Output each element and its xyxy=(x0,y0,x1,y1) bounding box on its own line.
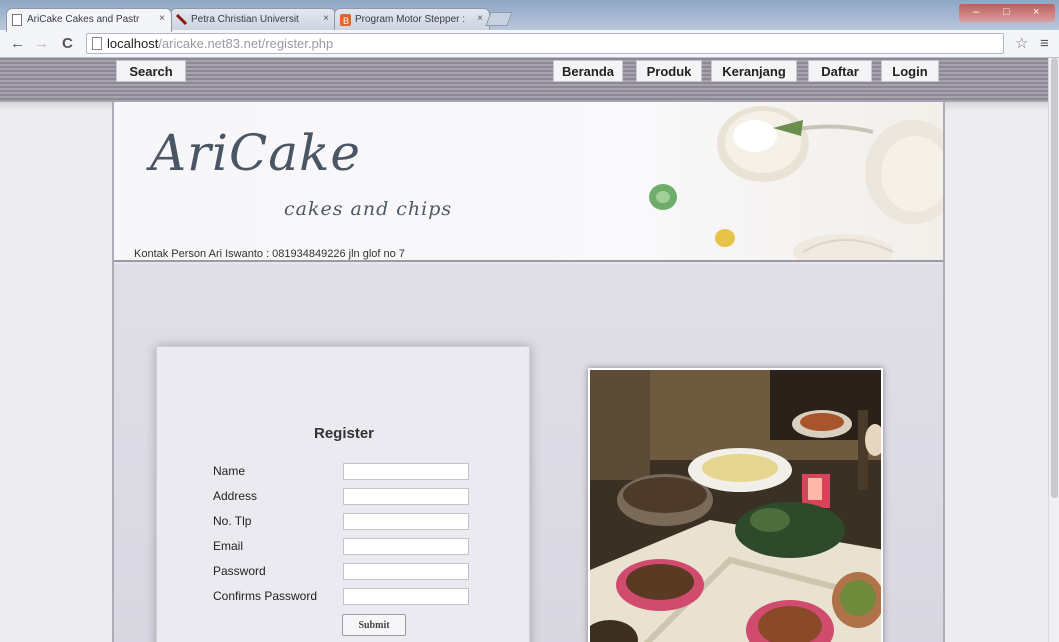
nav-link-daftar[interactable]: Daftar xyxy=(808,60,872,82)
forward-arrow-icon[interactable]: → xyxy=(34,35,49,52)
contact-info: Kontak Person Ari Iswanto : 081934849226… xyxy=(134,248,405,260)
browser-tab-strip: AriCake Cakes and Pastr × Petra Christia… xyxy=(0,0,1059,32)
tab-motor-stepper[interactable]: B Program Motor Stepper : × xyxy=(334,8,490,31)
tab-label: Program Motor Stepper : xyxy=(355,14,466,25)
tab-close-icon[interactable]: × xyxy=(323,13,329,24)
tab-close-icon[interactable]: × xyxy=(477,13,483,24)
url-input[interactable]: localhost/aricake.net83.net/register.php xyxy=(86,33,1004,54)
maximize-icon[interactable]: □ xyxy=(1003,6,1010,18)
address-label: Address xyxy=(213,489,258,503)
svg-text:B: B xyxy=(343,16,349,26)
tab-close-icon[interactable]: × xyxy=(159,13,165,24)
close-window-icon[interactable]: × xyxy=(1033,6,1039,18)
petra-favicon-icon xyxy=(176,14,187,26)
phone-label: No. Tlp xyxy=(213,514,252,528)
url-path: /aricake.net83.net/register.php xyxy=(158,36,334,51)
name-field[interactable] xyxy=(343,463,469,480)
password-field[interactable] xyxy=(343,563,469,580)
email-label: Email xyxy=(213,539,244,553)
nav-link-beranda[interactable]: Beranda xyxy=(553,60,623,82)
register-title: Register xyxy=(313,425,375,442)
url-host: localhost xyxy=(107,36,159,51)
confirm-password-label: Confirms Password xyxy=(213,589,318,603)
food-table-photo xyxy=(588,368,883,642)
page-icon xyxy=(92,37,102,50)
name-label: Name xyxy=(213,464,246,478)
tab-aricake[interactable]: AriCake Cakes and Pastr × xyxy=(6,8,172,32)
site-header: AriCake cakes and chips Kontak Person Ar… xyxy=(114,102,943,262)
password-label: Password xyxy=(213,564,266,578)
search-link[interactable]: Search xyxy=(116,60,186,82)
food-photo-image xyxy=(590,370,881,642)
page-container: AriCake cakes and chips Kontak Person Ar… xyxy=(112,102,945,642)
register-form: Register Name Address No. Tlp Email Pass… xyxy=(156,346,530,642)
new-tab-button[interactable] xyxy=(485,12,513,26)
address-field[interactable] xyxy=(343,488,469,505)
site-logo[interactable]: AriCake xyxy=(150,124,361,182)
site-tagline: cakes and chips xyxy=(284,198,453,220)
phone-field[interactable] xyxy=(343,513,469,530)
blogger-icon: B xyxy=(340,14,351,26)
minimize-icon[interactable]: – xyxy=(973,6,979,18)
web-page: Search Beranda Produk Keranjang Daftar L… xyxy=(0,58,1059,642)
submit-button[interactable]: Submit xyxy=(342,614,406,636)
window-controls: – □ × xyxy=(959,4,1055,22)
vertical-scrollbar[interactable] xyxy=(1048,58,1059,642)
email-field[interactable] xyxy=(343,538,469,555)
tab-label: Petra Christian Universit xyxy=(191,14,299,25)
menu-icon[interactable]: ≡ xyxy=(1040,35,1049,52)
nav-link-produk[interactable]: Produk xyxy=(636,60,702,82)
scrollbar-thumb[interactable] xyxy=(1051,58,1058,498)
reload-icon[interactable]: C xyxy=(62,35,73,52)
tab-label: AriCake Cakes and Pastr xyxy=(27,14,140,25)
nav-link-login[interactable]: Login xyxy=(881,60,939,82)
main-content: Register Name Address No. Tlp Email Pass… xyxy=(114,264,943,642)
nav-link-keranjang[interactable]: Keranjang xyxy=(711,60,797,82)
back-arrow-icon[interactable]: ← xyxy=(10,35,25,52)
address-bar-row: ← → C localhost/aricake.net83.net/regist… xyxy=(0,30,1059,58)
bookmark-star-icon[interactable]: ☆ xyxy=(1015,34,1028,52)
tab-petra[interactable]: Petra Christian Universit × xyxy=(170,8,336,31)
header-cake-illustration xyxy=(649,106,943,260)
confirm-password-field[interactable] xyxy=(343,588,469,605)
page-icon xyxy=(12,14,22,26)
